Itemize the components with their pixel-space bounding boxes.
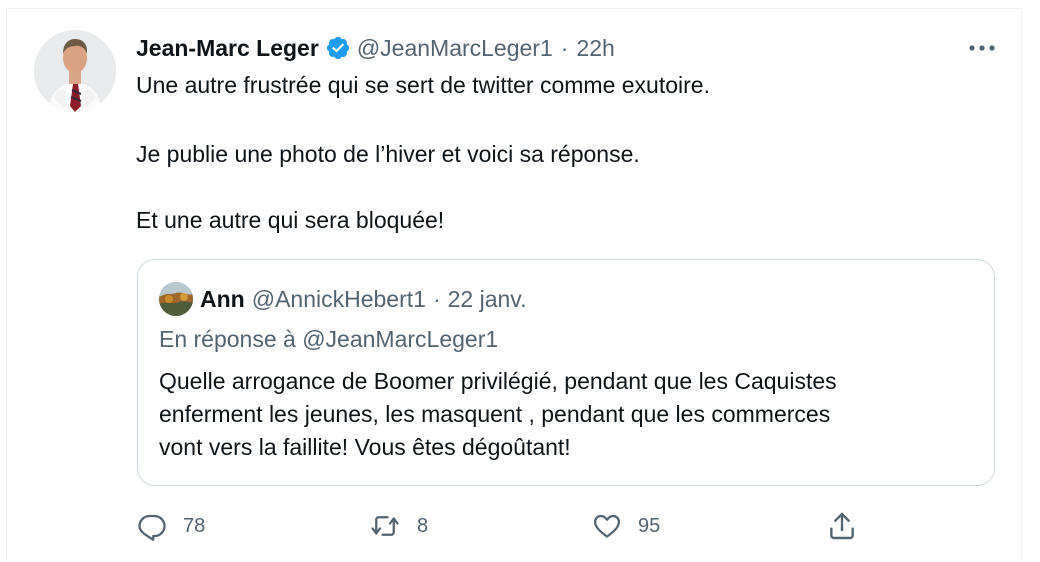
- tweet-actions: 78 8 95: [0, 508, 1040, 544]
- quoted-tweet[interactable]: Ann @AnnickHebert1 · 22 janv. En réponse…: [137, 259, 995, 486]
- quoted-text-line-1: Quelle arrogance de Boomer privilégié, p…: [159, 368, 837, 394]
- quoted-header-separator: ·: [432, 285, 441, 312]
- share-icon: [830, 512, 854, 540]
- tweet-text-line-3: Et une autre qui sera bloquée!: [136, 207, 445, 233]
- quoted-tweet-date[interactable]: 22 janv.: [448, 286, 527, 313]
- reply-count: 78: [183, 514, 206, 537]
- more-options-icon: [969, 45, 995, 51]
- quoted-author-avatar[interactable]: [159, 282, 193, 316]
- quoted-text-line-2: enferment les jeunes, les masquent , pen…: [159, 401, 831, 427]
- author-avatar[interactable]: [34, 30, 116, 112]
- quoted-author-name[interactable]: Ann: [200, 286, 245, 313]
- quoted-text-line-3: vont vers la faillite! Vous êtes dégoûta…: [159, 434, 571, 460]
- reply-icon: [138, 514, 166, 541]
- reply-button[interactable]: 78: [137, 508, 205, 544]
- quoted-author-handle[interactable]: @AnnickHebert1: [252, 286, 426, 313]
- share-button[interactable]: [826, 508, 858, 544]
- like-icon: [594, 514, 620, 538]
- author-name[interactable]: Jean-Marc Leger: [136, 35, 319, 62]
- verified-badge-icon: [325, 35, 351, 61]
- like-count: 95: [638, 514, 661, 537]
- tweet-text-line-2: Je publie une photo de l’hiver et voici …: [136, 141, 640, 167]
- quoted-tweet-header: Ann @AnnickHebert1 · 22 janv.: [159, 282, 527, 316]
- retweet-icon: [371, 516, 399, 536]
- quoted-reply-context: En réponse à @JeanMarcLeger1: [159, 326, 499, 352]
- author-handle[interactable]: @JeanMarcLeger1: [357, 35, 553, 62]
- like-button[interactable]: 95: [592, 508, 660, 544]
- retweet-count: 8: [417, 514, 429, 537]
- more-options-button[interactable]: [964, 34, 1000, 62]
- header-separator: ·: [560, 34, 569, 61]
- tweet-timestamp[interactable]: 22h: [576, 35, 614, 62]
- retweet-button[interactable]: 8: [369, 508, 428, 544]
- tweet-header: Jean-Marc Leger @JeanMarcLeger1 · 22h: [136, 33, 615, 63]
- tweet-text-line-1: Une autre frustrée qui se sert de twitte…: [136, 72, 710, 98]
